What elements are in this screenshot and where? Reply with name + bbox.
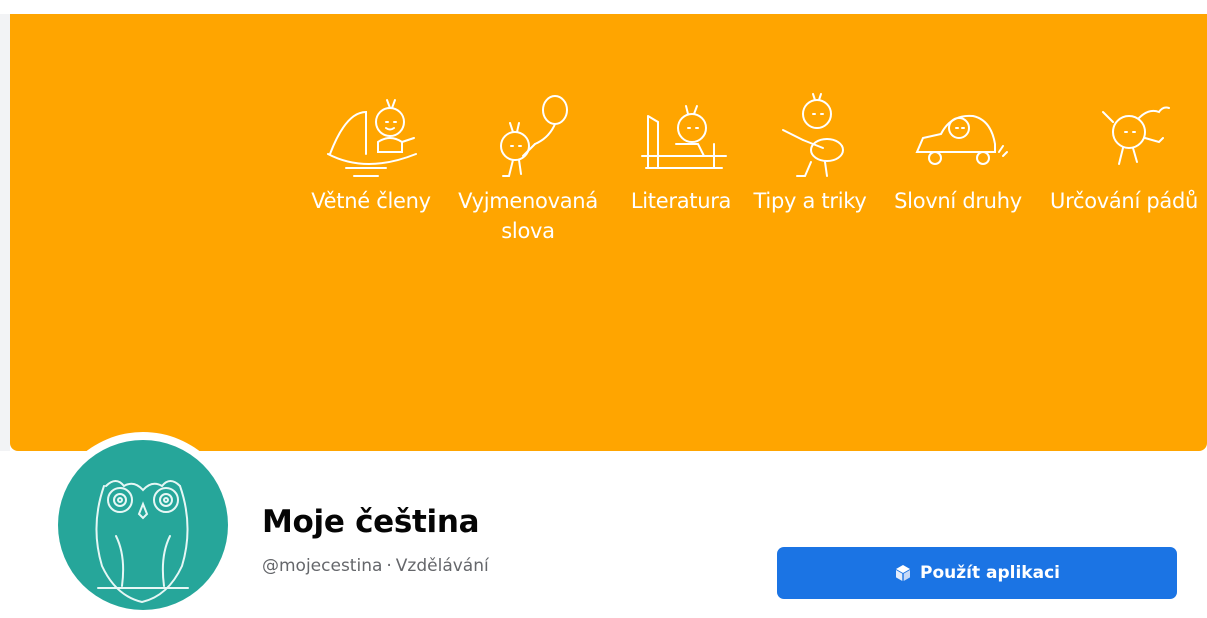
- category-vetne-cleny[interactable]: Větné členy: [296, 92, 446, 216]
- separator-dot: ·: [386, 556, 392, 576]
- car-figure-icon: [915, 114, 1008, 165]
- falling-figure-icon: [1102, 106, 1170, 165]
- category-strip: Větné členy Vyjmenovaná slova Literatura…: [10, 14, 1207, 451]
- use-app-label: Použít aplikaci: [920, 563, 1060, 583]
- page-edge: [0, 14, 10, 451]
- category-literatura[interactable]: Literatura: [622, 92, 740, 216]
- category-label: Slovní druhy: [894, 189, 1022, 213]
- page-handle[interactable]: @mojecestina: [262, 556, 382, 576]
- category-label: Větné členy: [311, 189, 431, 213]
- owl-icon: [95, 480, 189, 604]
- page-title: Moje čeština: [262, 504, 480, 540]
- balloon-figure-icon: [500, 95, 568, 177]
- guitar-figure-icon: [782, 93, 844, 177]
- use-app-button[interactable]: Použít aplikaci: [777, 547, 1177, 599]
- category-urcovani-padu[interactable]: Určování pádů: [1040, 92, 1207, 216]
- reading-figure-icon: [641, 105, 727, 169]
- category-tipy-a-triky[interactable]: Tipy a triky: [744, 92, 876, 216]
- page-category[interactable]: Vzdělávání: [396, 556, 489, 576]
- category-label: Vyjmenovaná slova: [458, 189, 598, 243]
- category-slovni-druhy[interactable]: Slovní druhy: [880, 92, 1036, 216]
- boat-figure-icon: [327, 99, 417, 177]
- page-subtitle: @mojecestina · Vzdělávání: [262, 556, 489, 576]
- profile-avatar[interactable]: [50, 432, 236, 618]
- avatar-background: [58, 440, 228, 610]
- category-label: Literatura: [630, 189, 732, 213]
- category-label: Určování pádů: [1050, 189, 1198, 213]
- cube-icon: [896, 565, 910, 581]
- category-label: Tipy a triky: [753, 189, 867, 213]
- cover-photo[interactable]: Větné členy Vyjmenovaná slova Literatura…: [10, 14, 1207, 451]
- category-vyjmenovana-slova[interactable]: Vyjmenovaná slova: [446, 92, 610, 246]
